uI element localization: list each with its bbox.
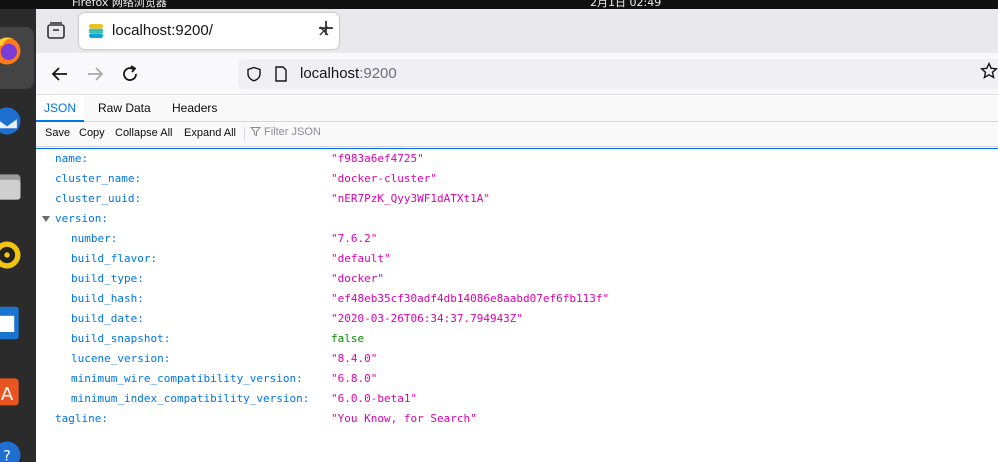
json-viewer-toolbar: Save Copy Collapse All Expand All Filter… xyxy=(36,122,998,147)
json-row-name[interactable]: name: "f983a6ef4725" xyxy=(36,149,998,169)
expand-all-button[interactable]: Expand All xyxy=(184,127,236,139)
json-value: "2020-03-26T06:34:37.794943Z" xyxy=(331,312,524,325)
json-key: version: xyxy=(55,212,108,225)
url-host: localhost xyxy=(300,65,360,82)
system-clock[interactable]: 2月1日 02:49 xyxy=(590,0,661,9)
rhythmbox-icon[interactable] xyxy=(0,237,24,273)
svg-text:?: ? xyxy=(3,448,11,462)
navigation-toolbar: localhost:9200 xyxy=(36,53,998,95)
json-key: name: xyxy=(55,152,89,165)
json-row-minimum-wire-compatibility-version[interactable]: minimum_wire_compatibility_version: "6.8… xyxy=(36,369,998,389)
tab-json[interactable]: JSON xyxy=(36,96,84,122)
json-value: "6.0.0-beta1" xyxy=(331,392,418,405)
address-bar[interactable]: localhost:9200 xyxy=(238,59,998,89)
libreoffice-writer-icon[interactable] xyxy=(0,305,24,341)
browser-tab[interactable]: localhost:9200/ × xyxy=(79,13,339,49)
help-icon[interactable]: ? xyxy=(0,437,24,462)
json-row-tagline[interactable]: tagline: "You Know, for Search" xyxy=(36,409,998,429)
json-row-build-flavor[interactable]: build_flavor: "default" xyxy=(36,249,998,269)
json-key: build_date: xyxy=(71,312,144,325)
json-viewer-tabs: JSON Raw Data Headers xyxy=(36,96,998,122)
json-row-number[interactable]: number: "7.6.2" xyxy=(36,229,998,249)
firefox-icon[interactable] xyxy=(0,33,24,69)
tab-raw-data[interactable]: Raw Data xyxy=(98,96,151,122)
json-row-minimum-index-compatibility-version[interactable]: minimum_index_compatibility_version: "6.… xyxy=(36,389,998,409)
json-key: number: xyxy=(71,232,118,245)
app-center-icon[interactable]: A xyxy=(0,373,24,409)
json-row-build-date[interactable]: build_date: "2020-03-26T06:34:37.794943Z… xyxy=(36,309,998,329)
json-row-cluster-uuid[interactable]: cluster_uuid: "nER7PzK_Qyy3WF1dATXt1A" xyxy=(36,189,998,209)
forward-icon[interactable] xyxy=(83,62,107,86)
json-value: "You Know, for Search" xyxy=(331,412,477,425)
save-button[interactable]: Save xyxy=(45,127,70,139)
active-app-title[interactable]: Firefox 网络浏览器 xyxy=(72,0,167,9)
copy-button[interactable]: Copy xyxy=(79,127,105,139)
json-row-version[interactable]: version: xyxy=(36,209,998,229)
thunderbird-icon[interactable] xyxy=(0,103,24,139)
json-value: "nER7PzK_Qyy3WF1dATXt1A" xyxy=(331,192,490,205)
tracking-protection-shield-icon[interactable] xyxy=(246,66,262,82)
json-row-cluster-name[interactable]: cluster_name: "docker-cluster" xyxy=(36,169,998,189)
json-key: minimum_wire_compatibility_version: xyxy=(71,372,303,385)
tab-title: localhost:9200/ xyxy=(112,22,213,39)
ubuntu-dock: A ? xyxy=(0,9,36,462)
json-row-build-snapshot[interactable]: build_snapshot: false xyxy=(36,329,998,349)
json-value: false xyxy=(331,332,365,345)
expand-toggle-icon[interactable] xyxy=(42,216,50,222)
json-key: lucene_version: xyxy=(71,352,171,365)
firefox-view-icon[interactable] xyxy=(44,19,68,43)
json-key: build_snapshot: xyxy=(71,332,171,345)
url-text[interactable]: localhost:9200 xyxy=(300,65,397,82)
files-icon[interactable] xyxy=(0,169,24,205)
tab-strip: localhost:9200/ × + xyxy=(36,9,998,53)
json-value: "docker-cluster" xyxy=(331,172,437,185)
back-icon[interactable] xyxy=(48,62,72,86)
json-value: "7.6.2" xyxy=(331,232,378,245)
collapse-all-button[interactable]: Collapse All xyxy=(115,127,172,139)
filter-placeholder: Filter JSON xyxy=(264,126,321,138)
new-tab-button[interactable]: + xyxy=(314,17,338,41)
tab-headers[interactable]: Headers xyxy=(172,96,217,122)
filter-icon xyxy=(249,127,262,137)
page-info-icon[interactable] xyxy=(274,66,288,82)
json-value: "docker" xyxy=(331,272,384,285)
bookmark-star-icon[interactable] xyxy=(980,62,998,80)
json-key: build_flavor: xyxy=(71,252,158,265)
filter-json-input[interactable]: Filter JSON xyxy=(249,126,321,138)
json-tree: name: "f983a6ef4725" cluster_name: "dock… xyxy=(36,148,998,462)
elastic-favicon-icon xyxy=(89,24,103,38)
json-row-lucene-version[interactable]: lucene_version: "8.4.0" xyxy=(36,349,998,369)
json-row-build-hash[interactable]: build_hash: "ef48eb35cf30adf4db14086e8aa… xyxy=(36,289,998,309)
json-value: "8.4.0" xyxy=(331,352,378,365)
svg-text:A: A xyxy=(1,384,14,405)
json-key: minimum_index_compatibility_version: xyxy=(71,392,310,405)
system-top-bar: Firefox 网络浏览器 2月1日 02:49 xyxy=(0,0,998,9)
json-key: cluster_name: xyxy=(55,172,142,185)
url-port: :9200 xyxy=(359,65,397,82)
json-value: "ef48eb35cf30adf4db14086e8aabd07ef6fb113… xyxy=(331,292,610,305)
json-key: build_type: xyxy=(71,272,144,285)
reload-icon[interactable] xyxy=(118,62,142,86)
json-value: "f983a6ef4725" xyxy=(331,152,424,165)
json-value: "default" xyxy=(331,252,391,265)
json-key: build_hash: xyxy=(71,292,144,305)
json-key: cluster_uuid: xyxy=(55,192,142,205)
json-row-build-type[interactable]: build_type: "docker" xyxy=(36,269,998,289)
json-key: tagline: xyxy=(55,412,108,425)
json-value: "6.8.0" xyxy=(331,372,378,385)
toolbar-divider xyxy=(244,127,245,141)
